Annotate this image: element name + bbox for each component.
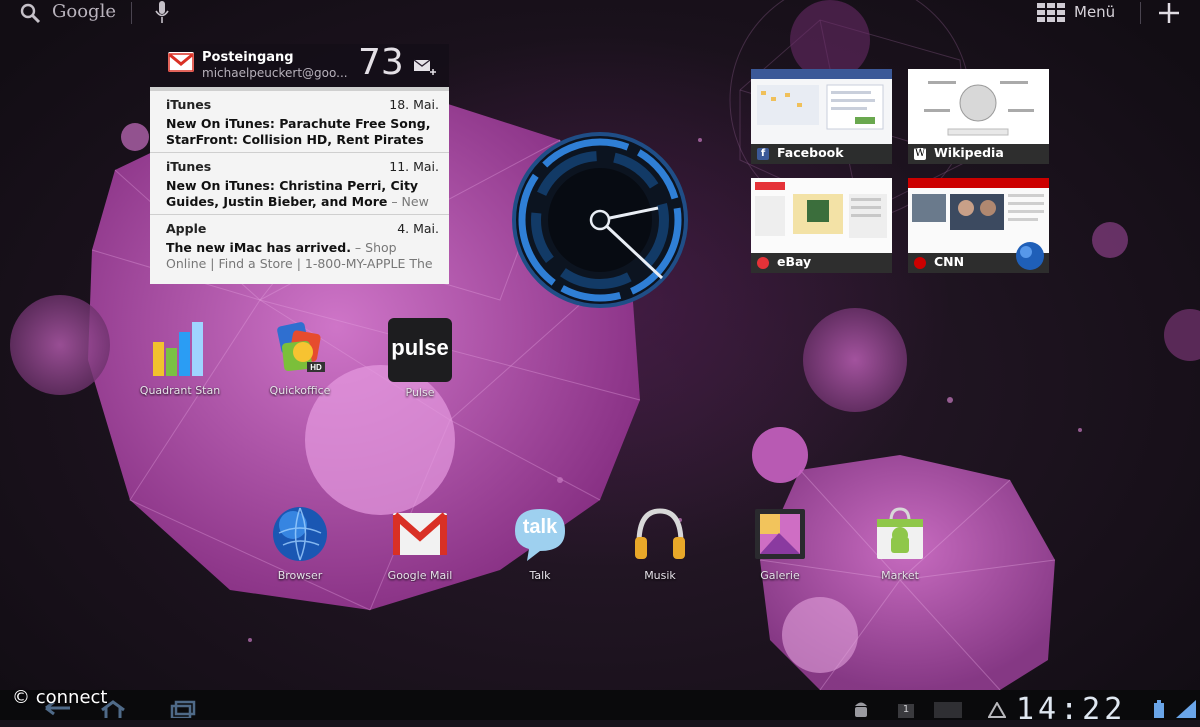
- bookmark-label: CNN: [934, 254, 965, 269]
- bookmark-label: eBay: [777, 254, 812, 269]
- app-musik[interactable]: Musik: [610, 503, 710, 582]
- mail-date: 11. Mai.: [389, 159, 439, 174]
- globe-icon: [1016, 242, 1044, 270]
- notification-count[interactable]: 1: [898, 704, 914, 718]
- recent-apps-icon[interactable]: [170, 700, 196, 718]
- market-icon: [877, 507, 923, 559]
- divider: [1140, 2, 1141, 24]
- mail-item[interactable]: iTunes 18. Mai. New On iTunes: Parachute…: [150, 91, 449, 153]
- bar-chart-icon: [153, 322, 203, 376]
- app-quickoffice[interactable]: HD Quickoffice: [250, 318, 350, 397]
- apps-menu-button[interactable]: Menü: [1074, 3, 1115, 21]
- mail-subject: New On iTunes: Parachute Free Song, Star…: [166, 116, 431, 150]
- app-google-mail[interactable]: Google Mail: [370, 503, 470, 582]
- copyright-watermark: © connect: [12, 687, 108, 708]
- notification-icon[interactable]: [934, 702, 962, 718]
- clock-time[interactable]: 14:22: [1016, 692, 1126, 727]
- app-label: Market: [881, 569, 919, 582]
- bookmark-label-bar: eBay: [751, 253, 892, 273]
- quickoffice-icon: HD: [277, 322, 325, 372]
- globe-icon: [273, 507, 327, 561]
- gmail-account-label: michaelpeuckert@goo...: [202, 66, 348, 80]
- apps-grid-icon[interactable]: [1036, 2, 1066, 22]
- bookmark-label-bar: W Wikipedia: [908, 144, 1049, 164]
- headphones-icon: [635, 508, 685, 559]
- android-notification-icon[interactable]: [852, 700, 870, 718]
- mail-subject: New On iTunes: Christina Perri, City Gui…: [166, 178, 419, 209]
- mail-item[interactable]: iTunes 11. Mai. New On iTunes: Christina…: [150, 153, 449, 215]
- app-browser[interactable]: Browser: [250, 503, 350, 582]
- microphone-icon[interactable]: [154, 0, 170, 24]
- analog-clock-widget[interactable]: [510, 130, 690, 310]
- app-label: Google Mail: [387, 569, 453, 582]
- app-label: Talk: [529, 569, 551, 582]
- app-label: Galerie: [760, 569, 800, 582]
- pulse-icon: pulse: [388, 318, 452, 382]
- app-label: Quickoffice: [269, 384, 331, 397]
- app-galerie[interactable]: Galerie: [730, 503, 830, 582]
- app-label: Pulse: [405, 386, 435, 399]
- app-label: Browser: [277, 569, 323, 582]
- mail-sender: Apple: [166, 221, 207, 236]
- pulse-icon-text: pulse: [391, 335, 449, 360]
- bookmark-label-bar: f Facebook: [751, 144, 892, 164]
- app-market[interactable]: Market: [850, 503, 950, 582]
- search-icon[interactable]: [18, 2, 44, 24]
- app-label: Musik: [644, 569, 676, 582]
- bookmark-ebay[interactable]: eBay: [751, 178, 892, 273]
- bookmark-wikipedia[interactable]: W Wikipedia: [908, 69, 1049, 164]
- google-search-label[interactable]: Google: [52, 1, 116, 22]
- talk-icon-text: talk: [522, 516, 558, 538]
- app-talk[interactable]: talk Talk: [490, 503, 590, 582]
- app-pulse[interactable]: pulse Pulse: [370, 318, 470, 399]
- mail-subject: The new iMac has arrived.: [166, 240, 351, 255]
- gallery-icon: [755, 509, 805, 559]
- mail-item[interactable]: Apple 4. Mai. The new iMac has arrived. …: [150, 215, 449, 277]
- gmail-icon: [392, 512, 448, 555]
- battery-icon: [1154, 700, 1164, 718]
- bookmark-cnn[interactable]: CNN: [908, 178, 1049, 273]
- bookmark-facebook[interactable]: f Facebook: [751, 69, 892, 164]
- app-quadrant[interactable]: Quadrant Stan: [130, 318, 230, 397]
- gmail-message-list: iTunes 18. Mai. New On iTunes: Parachute…: [150, 87, 449, 284]
- mail-date: 4. Mai.: [397, 221, 439, 236]
- facebook-icon: f: [757, 148, 769, 160]
- ebay-icon: [757, 257, 769, 269]
- add-icon[interactable]: [1157, 1, 1181, 25]
- gmail-logo-icon: [168, 52, 194, 72]
- gmail-inbox-label: Posteingang: [202, 50, 294, 65]
- top-bar: Google Menü: [0, 0, 1200, 26]
- wikipedia-icon: W: [914, 148, 926, 160]
- wifi-signal-icon: [1176, 700, 1196, 718]
- svg-text:HD: HD: [310, 363, 322, 372]
- bookmark-label: Wikipedia: [934, 145, 1004, 160]
- mail-date: 18. Mai.: [389, 97, 439, 112]
- bookmark-label: Facebook: [777, 145, 844, 160]
- warning-icon[interactable]: [988, 702, 1006, 718]
- cnn-icon: [914, 257, 926, 269]
- compose-mail-icon[interactable]: [412, 56, 436, 76]
- unread-count: 73: [358, 42, 404, 83]
- gmail-widget-header[interactable]: Posteingang michaelpeuckert@goo... 73: [150, 42, 449, 87]
- app-label: Quadrant Stan: [139, 384, 221, 397]
- divider: [131, 2, 132, 24]
